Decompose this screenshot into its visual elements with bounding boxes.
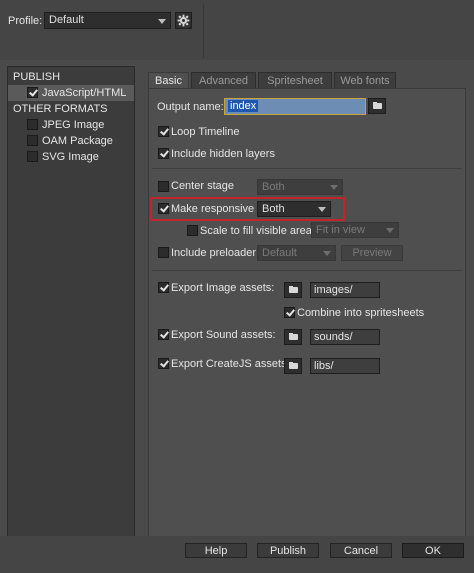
publish-button[interactable]: Publish <box>257 543 319 558</box>
gear-icon <box>177 14 190 27</box>
profile-bar <box>0 0 474 60</box>
loop-timeline-label: Loop Timeline <box>171 126 240 138</box>
profile-settings-button[interactable] <box>175 12 192 29</box>
include-preloader-checkbox[interactable] <box>158 247 169 258</box>
createjs-assets-folder-button[interactable] <box>284 358 302 374</box>
ok-button[interactable]: OK <box>402 543 464 558</box>
tab-advanced[interactable]: Advanced <box>191 72 256 88</box>
scale-to-fill-label: Scale to fill visible area <box>200 225 312 237</box>
divider <box>152 168 462 169</box>
sound-assets-path-input[interactable]: sounds/ <box>310 329 380 345</box>
createjs-assets-path-input[interactable]: libs/ <box>310 358 380 374</box>
help-button[interactable]: Help <box>185 543 247 558</box>
export-image-assets-checkbox[interactable] <box>158 282 169 293</box>
output-name-label: Output name: <box>157 101 224 113</box>
center-stage-dropdown[interactable]: Both <box>257 179 343 195</box>
scale-to-fill-checkbox[interactable] <box>187 225 198 236</box>
cancel-button[interactable]: Cancel <box>330 543 392 558</box>
target-jpeg-image-checkbox[interactable] <box>27 119 38 130</box>
sound-assets-folder-button[interactable] <box>284 329 302 345</box>
profile-dropdown[interactable]: Default <box>44 12 171 29</box>
other-formats-header: OTHER FORMATS <box>13 103 108 115</box>
chevron-down-icon <box>318 207 326 212</box>
export-image-assets-label: Export Image assets: <box>171 282 275 294</box>
chevron-down-icon <box>386 228 394 233</box>
export-sound-assets-checkbox[interactable] <box>158 329 169 340</box>
include-preloader-label: Include preloader <box>171 247 257 259</box>
image-assets-folder-button[interactable] <box>284 282 302 298</box>
target-javascript-html[interactable]: JavaScript/HTML <box>8 85 134 101</box>
make-responsive-checkbox[interactable] <box>158 203 169 214</box>
output-name-input[interactable]: index <box>224 98 366 115</box>
combine-spritesheets-label: Combine into spritesheets <box>297 307 425 319</box>
chevron-down-icon <box>158 18 166 24</box>
publish-section-header: PUBLISH <box>13 71 61 83</box>
preview-button[interactable]: Preview <box>341 245 403 261</box>
export-createjs-assets-checkbox[interactable] <box>158 358 169 369</box>
scale-to-fill-dropdown[interactable]: Fit in view <box>311 222 399 238</box>
make-responsive-label: Make responsive <box>171 203 255 215</box>
center-stage-label: Center stage <box>171 180 234 192</box>
target-javascript-html-checkbox[interactable] <box>27 87 38 98</box>
chevron-down-icon <box>323 251 331 256</box>
tab-spritesheet[interactable]: Spritesheet <box>258 72 332 88</box>
loop-timeline-checkbox[interactable] <box>158 126 169 137</box>
export-sound-assets-label: Export Sound assets: <box>171 329 276 341</box>
combine-spritesheets-checkbox[interactable] <box>284 307 295 318</box>
tab-web-fonts[interactable]: Web fonts <box>334 72 396 88</box>
publish-targets-panel: PUBLISH JavaScript/HTML OTHER FORMATS JP… <box>7 66 135 544</box>
image-assets-path-input[interactable]: images/ <box>310 282 380 298</box>
target-svg-image[interactable]: SVG Image <box>8 149 134 165</box>
target-oam-package-checkbox[interactable] <box>27 135 38 146</box>
profile-label: Profile: <box>8 15 43 27</box>
divider <box>203 4 204 58</box>
tab-basic[interactable]: Basic <box>148 72 189 89</box>
export-createjs-assets-label: Export CreateJS assets: <box>171 358 290 370</box>
divider <box>152 270 462 271</box>
include-hidden-layers-label: Include hidden layers <box>171 148 275 160</box>
make-responsive-dropdown[interactable]: Both <box>257 201 331 217</box>
profile-dropdown-value: Default <box>49 14 84 26</box>
target-jpeg-image[interactable]: JPEG Image <box>8 117 134 133</box>
target-oam-package[interactable]: OAM Package <box>8 133 134 149</box>
target-svg-image-checkbox[interactable] <box>27 151 38 162</box>
center-stage-checkbox[interactable] <box>158 181 169 192</box>
preloader-dropdown[interactable]: Default <box>257 245 336 261</box>
chevron-down-icon <box>330 185 338 190</box>
include-hidden-layers-checkbox[interactable] <box>158 148 169 159</box>
output-folder-button[interactable] <box>368 98 386 114</box>
